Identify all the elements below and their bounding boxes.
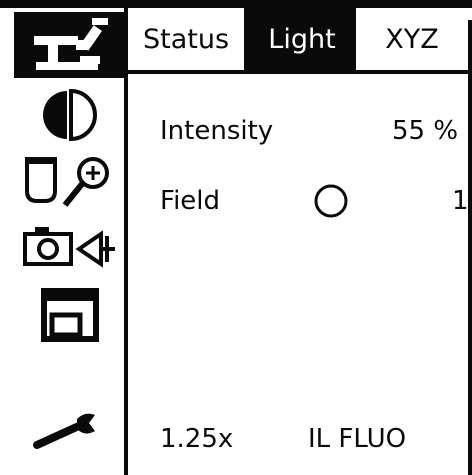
light-contrast-icon <box>34 86 104 144</box>
device-screen: Status Light XYZ Intensity 55 % Field 1 … <box>0 0 472 475</box>
sidebar-item-tools[interactable] <box>14 398 124 464</box>
sidebar-item-microscope[interactable] <box>14 12 124 78</box>
camera-eyepiece-icon <box>21 222 117 272</box>
wrench-icon <box>29 409 109 453</box>
objective-magnifier-icon <box>21 151 117 211</box>
top-border <box>0 0 472 8</box>
tab-bar: Status Light XYZ <box>128 8 472 74</box>
field-diaphragm-icon[interactable] <box>312 182 350 224</box>
icon-sidebar <box>14 8 128 475</box>
tab-status-label: Status <box>142 23 230 55</box>
magnification-readout: 1.25x <box>160 424 234 454</box>
window-icon <box>34 287 104 343</box>
tab-xyz[interactable]: XYZ <box>360 8 464 70</box>
intensity-label: Intensity <box>160 116 274 146</box>
tab-status[interactable]: Status <box>128 8 244 70</box>
intensity-value[interactable]: 55 % <box>392 116 458 146</box>
right-border <box>468 20 472 475</box>
illumination-mode: IL FLUO <box>308 424 407 454</box>
sidebar-item-objective[interactable] <box>14 148 124 214</box>
field-label: Field <box>160 186 221 216</box>
light-panel: Intensity 55 % Field 1 1.25x IL FLUO <box>128 74 472 475</box>
microscope-icon <box>26 16 112 74</box>
tab-light[interactable]: Light <box>248 8 356 70</box>
tab-xyz-label: XYZ <box>385 23 439 55</box>
sidebar-item-window[interactable] <box>14 282 124 348</box>
tab-light-label: Light <box>268 23 336 55</box>
sidebar-item-light[interactable] <box>14 82 124 148</box>
field-value[interactable]: 1 <box>452 186 469 216</box>
sidebar-item-camera[interactable] <box>14 214 124 280</box>
